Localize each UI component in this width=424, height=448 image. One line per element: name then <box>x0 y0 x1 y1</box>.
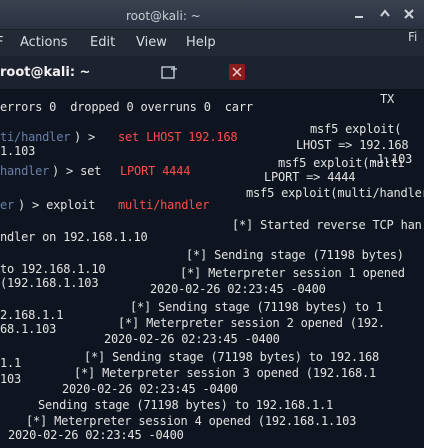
window-title: root@kali: ~ <box>126 9 201 23</box>
minimize-icon[interactable] <box>352 7 366 21</box>
terminal-line: to 192.168.1.10 <box>0 262 106 276</box>
terminal-line: Sending stage (71198 bytes) to 192.168.1… <box>38 398 334 412</box>
terminal-line: [*] Meterpreter session 2 opened (192. <box>118 316 385 330</box>
close-icon[interactable] <box>402 7 416 21</box>
terminal-line: TX <box>380 92 395 106</box>
command-text: set LHOST 192.168 <box>118 130 238 144</box>
command-text: multi/handler <box>118 198 210 212</box>
terminal-line: [*] Meterpreter session 4 opened (192.16… <box>26 414 357 428</box>
terminal-line: 2.168.1.1 <box>0 308 64 322</box>
terminal-line: errors 0 dropped 0 overruns 0 carr <box>0 100 253 114</box>
terminal-line: (192.168.1.103 <box>0 276 99 290</box>
prompt-text: msf5 exploit(multi <box>278 156 405 170</box>
menu-help[interactable]: Help <box>186 35 216 50</box>
terminal-line: ) > set <box>52 164 109 178</box>
prompt-text: msf5 exploit(multi/handler <box>246 186 424 200</box>
terminal-line: [*] Sending stage (71198 bytes) to 192.1… <box>84 350 380 364</box>
terminal-line: 2020-02-26 02:23:45 -0400 <box>104 332 280 346</box>
terminal-line: 1.103 <box>0 144 36 158</box>
terminal-line: 2020-02-26 02:23:45 -0400 <box>150 282 326 296</box>
side-panel-label: Fi <box>408 30 418 44</box>
terminal-line: 68.1.103 <box>0 322 57 336</box>
prompt-text: msf5 exploit( <box>310 122 402 136</box>
menu-edit[interactable]: Edit <box>90 35 115 50</box>
terminal-line: 103 <box>0 372 22 386</box>
terminal-line: ) > exploit <box>18 198 96 212</box>
terminal-line: ) > <box>74 130 103 144</box>
menu-view[interactable]: View <box>136 35 167 50</box>
terminal-line: LPORT => 4444 <box>264 170 356 184</box>
terminal-line: [*] Meterpreter session 1 opened <box>180 266 405 280</box>
terminal-line: [*] Sending stage (71198 bytes) to 1 <box>130 300 383 314</box>
terminal-line: LHOST => 192.168 <box>296 138 409 152</box>
terminal-line: 2020-02-26 02:23:45 -0400 <box>8 428 184 442</box>
terminal-tab-bar: root@kali: ~ <box>0 56 424 90</box>
terminal-line: [*] Meterpreter session 3 opened (192.16… <box>74 366 377 380</box>
tab-close-button[interactable] <box>229 64 245 80</box>
terminal-line: 1.1 <box>0 356 22 370</box>
terminal-line: [*] Sending stage (71198 bytes) <box>186 248 404 262</box>
menu-file[interactable]: F <box>0 35 3 50</box>
window-titlebar: root@kali: ~ <box>0 0 424 30</box>
menu-bar: F Actions Edit View Help <box>0 30 424 56</box>
menu-actions[interactable]: Actions <box>20 35 68 50</box>
terminal-line: ndler on 192.168.1.10 <box>0 230 148 244</box>
new-tab-icon[interactable] <box>160 64 178 82</box>
prompt-module: ti/handler <box>0 130 71 144</box>
terminal-line: [*] Started reverse TCP han <box>232 218 422 232</box>
prompt-module: er <box>0 198 15 212</box>
maximize-icon[interactable] <box>378 7 392 21</box>
command-text: LPORT 4444 <box>120 164 191 178</box>
terminal-line: 2020-02-26 02:23:45 -0400 <box>62 382 238 396</box>
prompt-module: handler <box>0 164 50 178</box>
terminal-output[interactable]: TX errors 0 dropped 0 overruns 0 carr ti… <box>0 90 424 448</box>
tab-title[interactable]: root@kali: ~ <box>0 65 90 80</box>
